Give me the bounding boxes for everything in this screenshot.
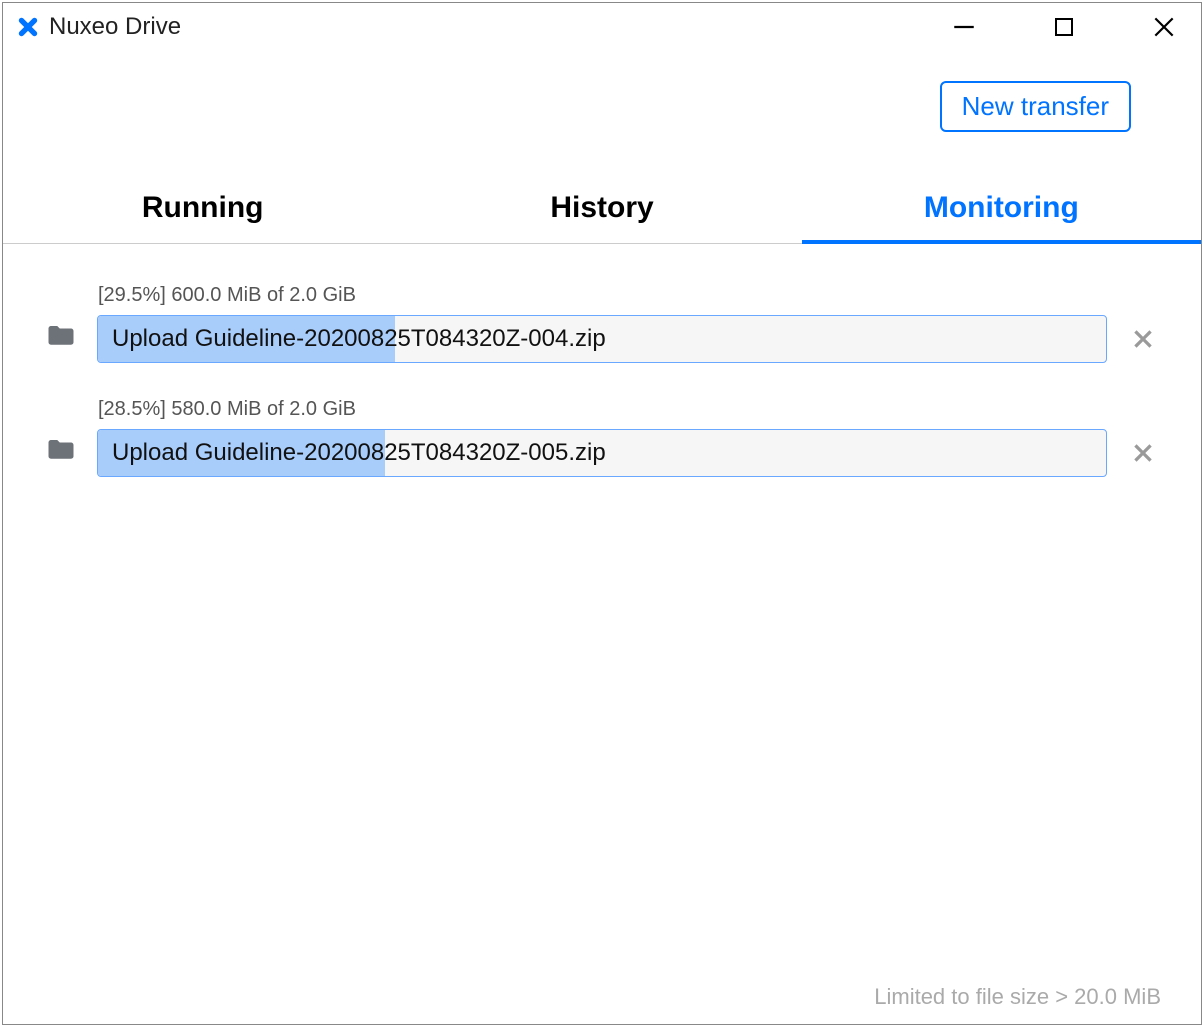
folder-icon	[43, 321, 79, 357]
app-logo-icon	[15, 14, 41, 40]
transfer-status: [29.5%] 600.0 MiB of 2.0 GiB	[98, 284, 1161, 307]
transfer-item: [29.5%] 600.0 MiB of 2.0 GiB Upload Guid…	[43, 284, 1161, 363]
maximize-button[interactable]	[1049, 12, 1079, 42]
transfer-status: [28.5%] 580.0 MiB of 2.0 GiB	[98, 398, 1161, 421]
transfer-item: [28.5%] 580.0 MiB of 2.0 GiB Upload Guid…	[43, 398, 1161, 477]
footer-note: Limited to file size > 20.0 MiB	[874, 984, 1161, 1010]
cancel-transfer-button[interactable]	[1125, 435, 1161, 471]
new-transfer-button[interactable]: New transfer	[940, 81, 1131, 132]
content-area: [29.5%] 600.0 MiB of 2.0 GiB Upload Guid…	[3, 244, 1201, 1024]
tab-history[interactable]: History	[402, 177, 801, 243]
window-controls	[949, 12, 1189, 42]
cancel-transfer-button[interactable]	[1125, 321, 1161, 357]
minimize-button[interactable]	[949, 12, 979, 42]
progress-bar: Upload Guideline-20200825T084320Z-004.zi…	[97, 315, 1107, 363]
progress-bar: Upload Guideline-20200825T084320Z-005.zi…	[97, 429, 1107, 477]
tab-running[interactable]: Running	[3, 177, 402, 243]
close-button[interactable]	[1149, 12, 1179, 42]
toolbar: New transfer	[3, 51, 1201, 132]
transfer-row: Upload Guideline-20200825T084320Z-005.zi…	[43, 429, 1161, 477]
tab-monitoring[interactable]: Monitoring	[802, 177, 1201, 243]
app-window: Nuxeo Drive New transfer	[2, 2, 1202, 1025]
transfer-filename: Upload Guideline-20200825T084320Z-004.zi…	[98, 316, 1106, 362]
folder-icon	[43, 435, 79, 471]
titlebar-left: Nuxeo Drive	[15, 13, 181, 41]
transfer-row: Upload Guideline-20200825T084320Z-004.zi…	[43, 315, 1161, 363]
tabs: Running History Monitoring	[3, 177, 1201, 244]
transfer-filename: Upload Guideline-20200825T084320Z-005.zi…	[98, 430, 1106, 476]
titlebar: Nuxeo Drive	[3, 3, 1201, 51]
app-title: Nuxeo Drive	[49, 13, 181, 41]
